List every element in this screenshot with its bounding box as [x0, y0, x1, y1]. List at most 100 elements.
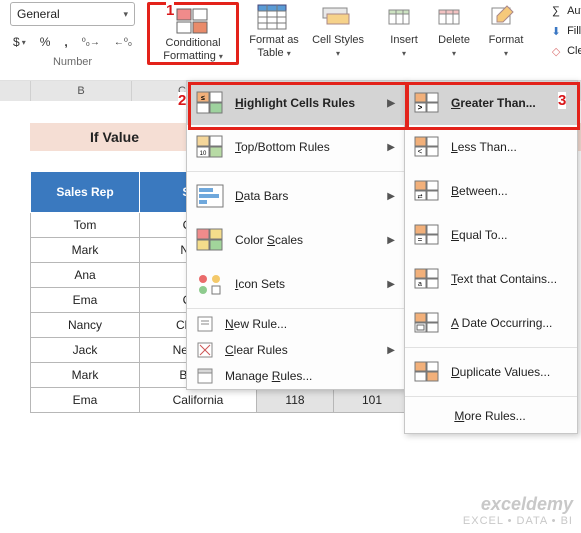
top-bottom-icon: 10 — [195, 133, 225, 161]
table-cell[interactable]: Nancy — [31, 313, 140, 338]
between-item[interactable]: ⇄ Between... — [405, 169, 577, 213]
color-scales-item[interactable]: Color Scales ▶ — [187, 218, 405, 262]
number-format-combo[interactable]: General ▾ — [10, 2, 135, 26]
data-bars-item[interactable]: Data Bars ▶ — [187, 174, 405, 218]
decrease-decimal-button[interactable]: ←⁰₀ — [111, 35, 135, 50]
date-occurring-item[interactable]: A Date Occurring... — [405, 301, 577, 345]
autosum-button[interactable]: ∑AutoSu — [549, 2, 581, 20]
new-rule-label: New Rule... — [225, 317, 395, 331]
svg-text:≤: ≤ — [201, 95, 205, 102]
date-occurring-label: A Date Occurring... — [451, 316, 552, 330]
submenu-arrow-icon: ▶ — [387, 235, 395, 246]
ribbon: General ▾ $▾ % , ⁰₀→ ←⁰₀ Number Conditio… — [0, 0, 581, 81]
icon-sets-item[interactable]: Icon Sets ▶ — [187, 262, 405, 306]
less-than-label: Less Than... — [451, 140, 517, 154]
manage-rules-item[interactable]: Manage Rules... — [187, 363, 405, 389]
text-contains-item[interactable]: a Text that Contains... — [405, 257, 577, 301]
highlight-cells-rules-item[interactable]: ≤ Highlight Cells Rules ▶ — [187, 81, 405, 125]
more-rules-item[interactable]: More Rules... — [405, 399, 577, 433]
number-group: General ▾ $▾ % , ⁰₀→ ←⁰₀ Number — [10, 2, 135, 68]
submenu-arrow-icon: ▶ — [387, 191, 395, 202]
top-bottom-rules-item[interactable]: 10 Top/Bottom Rules ▶ — [187, 125, 405, 169]
submenu-arrow-icon: ▶ — [387, 98, 395, 109]
clear-rules-label: Clear Rules — [225, 343, 377, 357]
table-cell[interactable]: Mark — [31, 363, 140, 388]
comma-button[interactable]: , — [61, 33, 70, 51]
table-cell[interactable]: Ana — [31, 263, 140, 288]
format-label: Format▾ — [489, 34, 524, 59]
svg-text:=: = — [418, 235, 423, 244]
styles-group: Conditional Formatting ▾ Format as Table… — [147, 2, 367, 65]
cells-group: Insert▾ Delete▾ Format▾ — [379, 2, 533, 59]
insert-button[interactable]: Insert▾ — [379, 2, 429, 59]
submenu-arrow-icon: ▶ — [387, 345, 395, 356]
between-icon: ⇄ — [413, 179, 441, 203]
eraser-icon: ◇ — [549, 45, 563, 58]
submenu-arrow-icon: ▶ — [387, 142, 395, 153]
increase-decimal-button[interactable]: ⁰₀→ — [79, 35, 103, 50]
table-cell[interactable]: Tom — [31, 213, 140, 238]
equal-to-icon: = — [413, 223, 441, 247]
table-cell[interactable]: 101 — [334, 388, 411, 413]
clear-button[interactable]: ◇Clear ▾ — [549, 42, 581, 60]
format-table-icon — [257, 4, 291, 32]
less-than-icon: < — [413, 135, 441, 159]
new-rule-icon — [195, 315, 215, 333]
duplicate-values-icon — [413, 360, 441, 384]
col-b[interactable]: B — [31, 81, 132, 101]
conditional-formatting-menu: ≤ Highlight Cells Rules ▶ 10 Top/Bottom … — [186, 80, 406, 390]
icon-sets-icon — [195, 270, 225, 298]
callout-2: 2 — [178, 92, 186, 109]
greater-than-label: Greater Than... — [451, 96, 536, 110]
fill-down-icon: ⬇ — [549, 25, 563, 38]
between-label: Between... — [451, 184, 508, 198]
conditional-formatting-icon — [176, 7, 210, 35]
watermark-logo: exceldemy — [463, 494, 573, 515]
conditional-formatting-button[interactable]: Conditional Formatting ▾ — [147, 2, 239, 65]
equal-to-item[interactable]: = Equal To... — [405, 213, 577, 257]
text-contains-icon: a — [413, 267, 441, 291]
duplicate-values-item[interactable]: Duplicate Values... — [405, 350, 577, 394]
new-rule-item[interactable]: New Rule... — [187, 311, 405, 337]
top-bottom-label: Top/Bottom Rules — [235, 140, 377, 154]
table-cell[interactable]: Ema — [31, 288, 140, 313]
less-than-item[interactable]: < Less Than... — [405, 125, 577, 169]
data-bars-label: Data Bars — [235, 189, 377, 203]
cell-styles-button[interactable]: Cell Styles ▾ — [309, 2, 367, 65]
fill-button[interactable]: ⬇Fill ▾ — [549, 22, 581, 40]
icon-sets-label: Icon Sets — [235, 277, 377, 291]
table-cell[interactable]: California — [140, 388, 257, 413]
color-scales-icon — [195, 226, 225, 254]
greater-than-item[interactable]: > Greater Than... — [405, 81, 577, 125]
callout-1: 1 — [166, 2, 174, 19]
sigma-icon: ∑ — [549, 5, 563, 17]
percent-button[interactable]: % — [37, 33, 54, 51]
delete-button[interactable]: Delete▾ — [429, 2, 479, 59]
number-format-value: General — [17, 7, 124, 21]
format-as-table-button[interactable]: Format as Table ▾ — [239, 2, 309, 65]
color-scales-label: Color Scales — [235, 233, 377, 247]
svg-text:10: 10 — [200, 151, 207, 157]
currency-button[interactable]: $▾ — [10, 33, 29, 51]
data-bars-icon — [195, 182, 225, 210]
svg-text:<: < — [418, 147, 423, 156]
text-contains-label: Text that Contains... — [451, 272, 557, 286]
table-cell[interactable]: 118 — [257, 388, 334, 413]
conditional-formatting-label: Conditional Formatting ▾ — [152, 37, 234, 62]
editing-group: ∑AutoSu ⬇Fill ▾ ◇Clear ▾ — [545, 2, 581, 60]
insert-label: Insert▾ — [390, 34, 418, 59]
table-cell[interactable]: Mark — [31, 238, 140, 263]
header-rep: Sales Rep — [31, 172, 140, 213]
duplicate-values-label: Duplicate Values... — [451, 365, 550, 379]
watermark-tagline: EXCEL • DATA • BI — [463, 515, 573, 527]
table-cell[interactable]: Jack — [31, 338, 140, 363]
table-cell[interactable]: Ema — [31, 388, 140, 413]
delete-label: Delete▾ — [438, 34, 470, 59]
insert-icon — [387, 4, 421, 32]
clear-rules-item[interactable]: Clear Rules ▶ — [187, 337, 405, 363]
more-rules-label: More Rules... — [454, 409, 525, 423]
svg-text:⇄: ⇄ — [417, 193, 422, 200]
number-group-label: Number — [10, 56, 135, 68]
format-button[interactable]: Format▾ — [479, 2, 533, 59]
equal-to-label: Equal To... — [451, 228, 508, 242]
